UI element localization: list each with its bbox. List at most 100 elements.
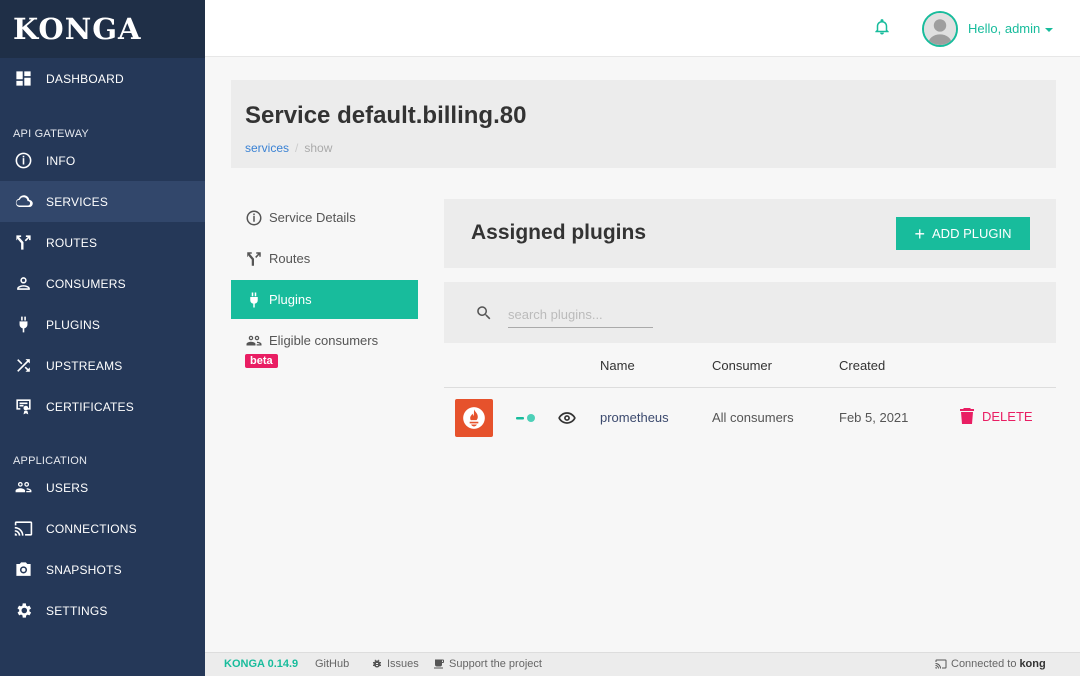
plug-icon: [245, 291, 263, 309]
sidebar-item-label: CERTIFICATES: [46, 399, 134, 414]
dashboard-icon: [13, 69, 33, 89]
add-plugin-button[interactable]: + ADD PLUGIN: [896, 217, 1030, 250]
sidebar-item-connections[interactable]: CONNECTIONS: [0, 508, 205, 549]
people-icon: [13, 478, 33, 498]
app-logo[interactable]: KONGA: [0, 0, 205, 58]
support-link[interactable]: Support the project: [433, 658, 542, 670]
submenu-item-label: Service Details: [269, 210, 356, 225]
user-menu[interactable]: Hello, admin: [968, 21, 1054, 36]
certificate-icon: [13, 397, 33, 417]
sidebar-item-snapshots[interactable]: SNAPSHOTS: [0, 549, 205, 590]
column-header-name[interactable]: Name: [600, 358, 635, 373]
breadcrumb: services / show: [245, 141, 332, 155]
submenu-item-label: Plugins: [269, 292, 312, 307]
plugin-name-link[interactable]: prometheus: [600, 410, 669, 425]
sidebar-section-api-gateway: API GATEWAY: [13, 128, 89, 140]
sidebar-item-label: SNAPSHOTS: [46, 562, 122, 577]
cloud-icon: [13, 192, 33, 212]
sidebar-item-label: PLUGINS: [46, 317, 101, 332]
sidebar-item-label: CONSUMERS: [46, 276, 126, 291]
sidebar-item-label: ROUTES: [46, 235, 98, 250]
user-silhouette-icon: [924, 13, 956, 45]
sidebar-section-application: APPLICATION: [13, 455, 88, 467]
plus-icon: +: [914, 223, 926, 244]
plugin-created-date: Feb 5, 2021: [839, 410, 909, 425]
connection-target: kong: [1019, 658, 1046, 670]
sidebar-item-label: USERS: [46, 480, 89, 495]
person-icon: [13, 274, 33, 294]
assigned-plugins-header: Assigned plugins + ADD PLUGIN: [444, 199, 1056, 268]
footer: KONGA 0.14.9 GitHub Issues Support the p…: [205, 652, 1080, 676]
github-link[interactable]: GitHub: [315, 658, 349, 670]
sidebar-item-label: CONNECTIONS: [46, 521, 137, 536]
sidebar-item-settings[interactable]: SETTINGS: [0, 590, 205, 631]
support-label: Support the project: [449, 658, 542, 670]
breadcrumb-current: show: [304, 141, 333, 155]
routes-icon: [245, 250, 263, 268]
sidebar-item-label: INFO: [46, 153, 76, 168]
section-title: Assigned plugins: [471, 221, 647, 244]
plug-icon: [13, 315, 33, 335]
trash-icon: [960, 408, 974, 424]
submenu-item-label: Routes: [269, 251, 311, 266]
submenu-item-plugins[interactable]: Plugins: [231, 280, 418, 319]
connection-status: Connected to kong: [935, 658, 1046, 670]
sidebar-item-info[interactable]: INFO: [0, 140, 205, 181]
connection-label: Connected to: [951, 658, 1017, 670]
submenu-item-routes[interactable]: Routes: [231, 239, 418, 278]
page-title: Service default.billing.80: [245, 102, 527, 129]
info-icon: [13, 151, 33, 171]
breadcrumb-link-services[interactable]: services: [245, 141, 289, 155]
shuffle-icon: [13, 356, 33, 376]
plugins-table: Name Consumer Created prometheus All con…: [444, 343, 1056, 448]
table-header: Name Consumer Created: [444, 343, 1056, 388]
top-header: Hello, admin: [205, 0, 1080, 57]
issues-link[interactable]: Issues: [371, 658, 419, 670]
info-icon: [245, 209, 263, 227]
submenu-item-label: Eligible consumers: [269, 333, 379, 348]
sidebar-item-label: DASHBOARD: [46, 71, 124, 86]
sidebar-item-certificates[interactable]: CERTIFICATES: [0, 386, 205, 427]
version-link[interactable]: KONGA 0.14.9: [224, 658, 298, 670]
sidebar-item-dashboard[interactable]: DASHBOARD: [0, 58, 205, 99]
coffee-icon: [434, 659, 444, 669]
cast-icon: [13, 519, 33, 539]
sidebar: KONGA DASHBOARD API GATEWAY INFO SERVICE…: [0, 0, 205, 676]
sidebar-item-users[interactable]: USERS: [0, 467, 205, 508]
people-icon: [245, 332, 263, 350]
user-greeting: Hello, admin: [968, 21, 1041, 36]
sidebar-item-label: SETTINGS: [46, 603, 108, 618]
beta-badge: beta: [245, 354, 278, 368]
page-header: Service default.billing.80 services / show: [231, 80, 1056, 168]
prometheus-logo-icon: [455, 399, 493, 437]
breadcrumb-separator: /: [295, 141, 299, 155]
logo-text: KONGA: [13, 12, 142, 46]
eye-icon[interactable]: [556, 408, 578, 428]
plugin-consumer: All consumers: [712, 410, 794, 425]
delete-label: DELETE: [982, 408, 1033, 424]
sidebar-item-consumers[interactable]: CONSUMERS: [0, 263, 205, 304]
sidebar-item-label: SERVICES: [46, 194, 109, 209]
plugin-search-bar: [444, 282, 1056, 343]
submenu-item-service-details[interactable]: Service Details: [231, 198, 418, 237]
bell-icon[interactable]: [873, 18, 893, 38]
sidebar-item-services[interactable]: SERVICES: [0, 181, 205, 222]
sidebar-item-label: UPSTREAMS: [46, 358, 123, 373]
issues-label: Issues: [387, 658, 419, 670]
sidebar-item-plugins[interactable]: PLUGINS: [0, 304, 205, 345]
delete-plugin-button[interactable]: DELETE: [960, 408, 1033, 424]
routes-icon: [13, 233, 33, 253]
gear-icon: [13, 601, 33, 621]
column-header-created[interactable]: Created: [839, 358, 885, 373]
column-header-consumer[interactable]: Consumer: [712, 358, 772, 373]
avatar[interactable]: [922, 11, 958, 47]
add-plugin-label: ADD PLUGIN: [932, 226, 1012, 241]
bug-icon: [373, 659, 381, 668]
search-input[interactable]: [508, 302, 653, 328]
camera-icon: [13, 560, 33, 580]
sidebar-item-routes[interactable]: ROUTES: [0, 222, 205, 263]
enabled-toggle-icon[interactable]: [516, 414, 536, 422]
sidebar-item-upstreams[interactable]: UPSTREAMS: [0, 345, 205, 386]
table-row: prometheus All consumers Feb 5, 2021 DEL…: [444, 388, 1056, 448]
service-submenu: Service Details Routes Plugins Eligible …: [231, 198, 418, 368]
